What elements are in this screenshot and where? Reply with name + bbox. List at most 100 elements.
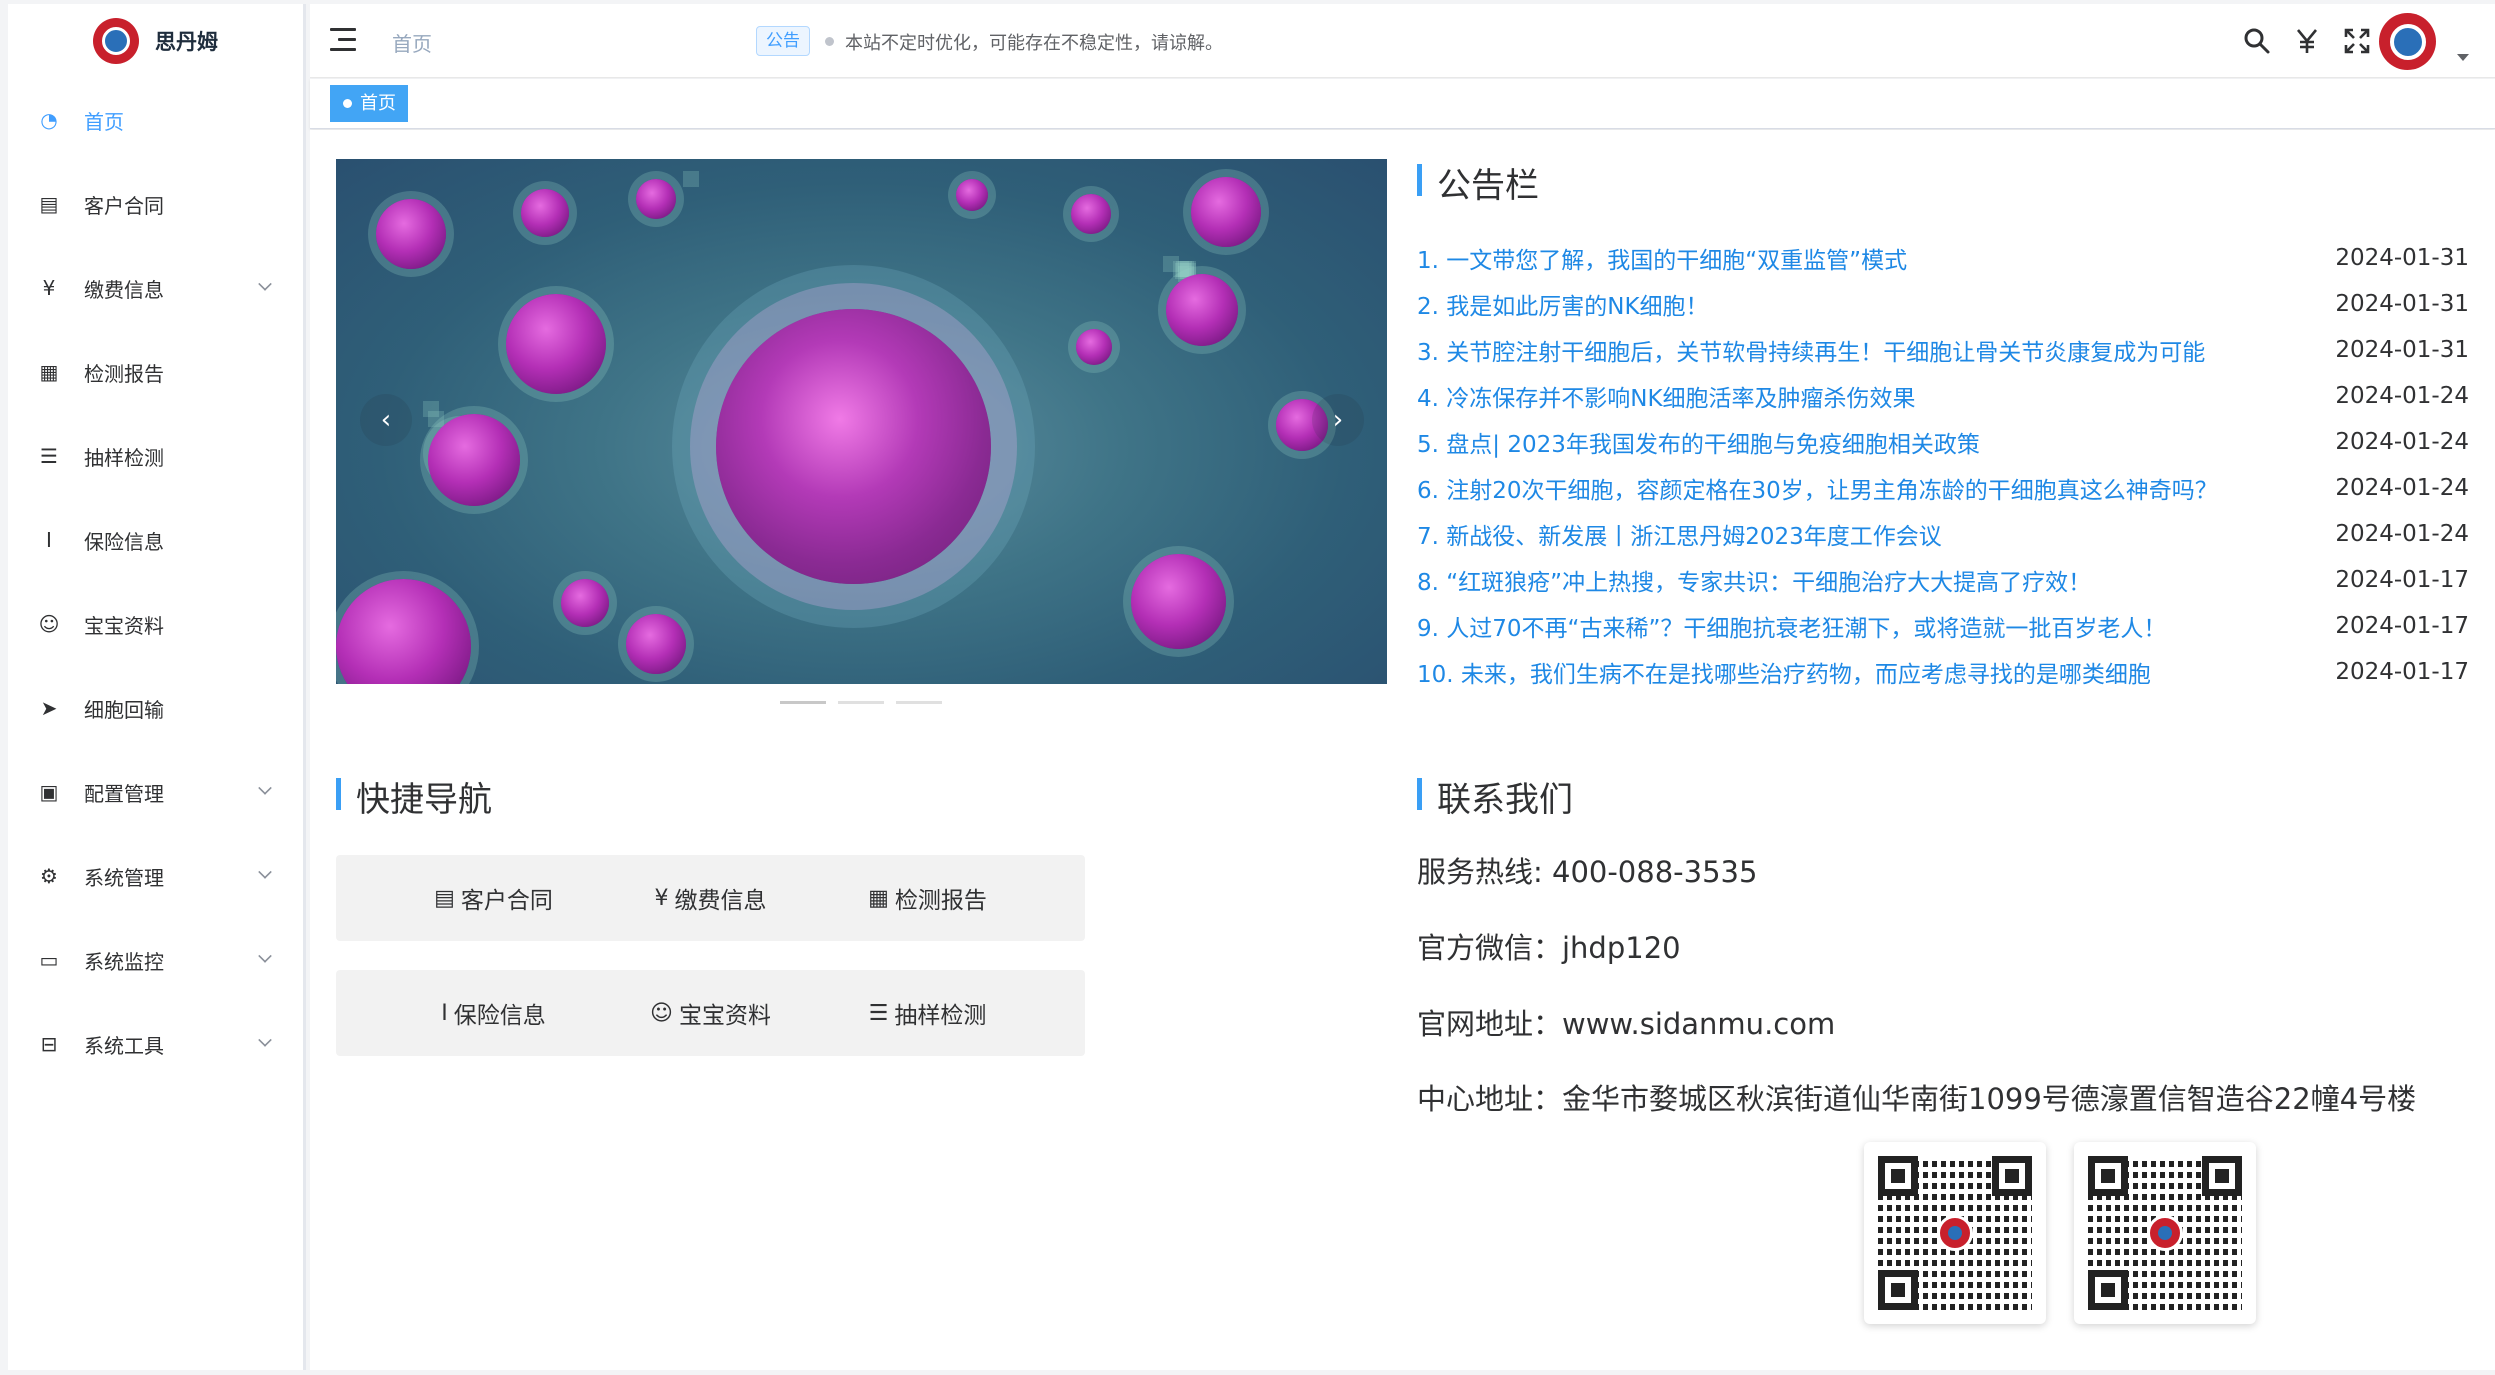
cell-image [1191, 177, 1261, 247]
chevron-down-icon [258, 1033, 272, 1047]
contact-hotline: 服务热线: 400-088-3535 [1417, 855, 1758, 889]
sidebar-item[interactable]: ¥ 缴费信息 [8, 246, 303, 330]
hamburger-icon[interactable] [330, 28, 358, 52]
sidebar-item[interactable]: ◔ 首页 [8, 78, 303, 162]
cell-image [1131, 554, 1226, 649]
fullscreen-icon[interactable] [2340, 24, 2374, 58]
announcement-date: 2024-01-17 [2335, 613, 2469, 639]
report-icon: ▦ [868, 885, 889, 911]
sidebar-item[interactable]: I 保险信息 [8, 498, 303, 582]
announcement-row: 3. 关节腔注射干细胞后，关节软骨持续再生！干细胞让骨关节炎康复成为可能 2024… [1417, 327, 2469, 373]
sidebar-item-label: 检测报告 [84, 361, 164, 386]
contact-wechat: 官方微信：jhdp120 [1417, 931, 1681, 965]
sidebar-item[interactable]: ⊟ 系统工具 [8, 1002, 303, 1086]
announcement-date: 2024-01-24 [2335, 521, 2469, 547]
cell-image [716, 309, 991, 584]
qr-code-image [1864, 1142, 2046, 1324]
announcement-link[interactable]: 8. “红斑狼疮”冲上热搜，专家共识：干细胞治疗大大提高了疗效！ [1417, 563, 2091, 597]
sidebar-item[interactable]: ▤ 客户合同 [8, 162, 303, 246]
announcement-date: 2024-01-31 [2335, 337, 2469, 363]
sidebar-item[interactable]: ☺ 宝宝资料 [8, 582, 303, 666]
baby-icon: ☺ [650, 1000, 673, 1026]
logo-icon [93, 18, 139, 64]
announcement-date: 2024-01-24 [2335, 475, 2469, 501]
announcement-link[interactable]: 7. 新战役、新发展丨浙江思丹姆2023年度工作会议 [1417, 517, 1942, 551]
announcement-row: 2. 我是如此厉害的NK细胞！ 2024-01-31 [1417, 281, 2469, 327]
quicknav-label: 抽样检测 [894, 1003, 987, 1029]
sidebar-item-label: 配置管理 [84, 781, 164, 806]
tag-home[interactable]: 首页 [330, 85, 408, 122]
sidebar-item-label: 缴费信息 [84, 277, 164, 302]
notice-text: 本站不定时优化，可能存在不稳定性，请谅解。 [845, 33, 1223, 54]
baby-icon: ☺ [38, 612, 60, 636]
announcement-link[interactable]: 3. 关节腔注射干细胞后，关节软骨持续再生！干细胞让骨关节炎康复成为可能 [1417, 333, 2205, 367]
carousel-indicator[interactable] [780, 701, 826, 704]
sidebar-item[interactable]: ⚙ 系统管理 [8, 834, 303, 918]
announcement-link[interactable]: 5. 盘点| 2023年我国发布的干细胞与免疫细胞相关政策 [1417, 425, 1980, 459]
announcement-link[interactable]: 6. 注射20次干细胞，容颜定格在30岁，让男主角冻龄的干细胞真这么神奇吗？ [1417, 471, 2218, 505]
sidebar-item[interactable]: ▭ 系统监控 [8, 918, 303, 1002]
sidebar-item[interactable]: ☰ 抽样检测 [8, 414, 303, 498]
caret-down-icon[interactable] [2457, 54, 2469, 61]
announcement-link[interactable]: 4. 冷冻保存并不影响NK细胞活率及肿瘤杀伤效果 [1417, 379, 1916, 413]
sidebar-item[interactable]: ▦ 检测报告 [8, 330, 303, 414]
cell-image [506, 294, 606, 394]
announcement-row: 8. “红斑狼疮”冲上热搜，专家共识：干细胞治疗大大提高了疗效！ 2024-01-… [1417, 557, 2469, 603]
carousel-indicator[interactable] [896, 701, 942, 704]
sidebar-menu: ◔ 首页 ▤ 客户合同 ¥ 缴费信息 ▦ 检测报告 ☰ 抽样检测 I 保险信息 ☺ 宝宝资料 ➤ 细胞回输 ▣ 配… [8, 78, 303, 1086]
announcement-link[interactable]: 10. 未来，我们生病不在是找哪些治疗药物，而应考虑寻找的是哪类细胞 [1417, 655, 2151, 689]
send-icon: ➤ [40, 696, 58, 720]
cell-image [636, 179, 676, 219]
cell-image [626, 614, 686, 674]
cell-image [521, 189, 569, 237]
carousel-next-button[interactable]: › [1312, 394, 1364, 446]
avatar[interactable] [2379, 13, 2436, 70]
announcement-link[interactable]: 9. 人过70不再“古来稀”？干细胞抗衰老狂潮下，或将造就一批百岁老人！ [1417, 609, 2166, 643]
yen-icon[interactable] [2290, 24, 2324, 58]
app-title: 思丹姆 [155, 30, 218, 54]
sidebar-item-label: 细胞回输 [84, 697, 164, 722]
sidebar-item[interactable]: ➤ 细胞回输 [8, 666, 303, 750]
navbar: 首页 公告 本站不定时优化，可能存在不稳定性，请谅解。 [310, 4, 2495, 78]
quicknav-button[interactable]: ☰ 抽样检测 [770, 970, 1085, 1056]
announcement-list: 1. 一文带您了解，我国的干细胞“双重监管”模式 2024-01-31 2. 我是如… [1417, 235, 2469, 695]
announcement-link[interactable]: 2. 我是如此厉害的NK细胞！ [1417, 287, 1709, 321]
notice-dot [825, 37, 834, 46]
tool-icon: ⊟ [40, 1032, 58, 1056]
sidebar-item-label: 首页 [84, 109, 124, 134]
sidebar-item[interactable]: ▣ 配置管理 [8, 750, 303, 834]
announcement-row: 4. 冷冻保存并不影响NK细胞活率及肿瘤杀伤效果 2024-01-24 [1417, 373, 2469, 419]
contact-website: 官网地址：www.sidanmu.com [1417, 1007, 1836, 1041]
announcement-row: 6. 注射20次干细胞，容颜定格在30岁，让男主角冻龄的干细胞真这么神奇吗？ 20… [1417, 465, 2469, 511]
cell-image [1071, 194, 1111, 234]
logo[interactable]: 思丹姆 [8, 4, 303, 78]
breadcrumb[interactable]: 首页 [392, 28, 432, 57]
announcement-date: 2024-01-31 [2335, 291, 2469, 317]
contract-icon: ▤ [39, 192, 59, 216]
search-icon[interactable] [2240, 24, 2274, 58]
announcement-date: 2024-01-31 [2335, 245, 2469, 271]
carousel-indicators [780, 701, 942, 704]
quicknav-label: 客户合同 [460, 888, 553, 914]
contract-icon: ▤ [434, 885, 455, 911]
yen-icon: ¥ [42, 276, 56, 300]
sidebar-item-label: 保险信息 [84, 529, 164, 554]
sidebar: 思丹姆 ◔ 首页 ▤ 客户合同 ¥ 缴费信息 ▦ 检测报告 ☰ 抽样检测 I 保险信息 ☺ 宝宝资料 ➤ 细胞… [8, 4, 306, 1370]
announcement-row: 5. 盘点| 2023年我国发布的干细胞与免疫细胞相关政策 2024-01-24 [1417, 419, 2469, 465]
carousel-prev-button[interactable]: ‹ [360, 394, 412, 446]
announcement-link[interactable]: 1. 一文带您了解，我国的干细胞“双重监管”模式 [1417, 241, 1907, 275]
announcement-row: 1. 一文带您了解，我国的干细胞“双重监管”模式 2024-01-31 [1417, 235, 2469, 281]
quicknav-label: 宝宝资料 [678, 1003, 771, 1029]
sidebar-item-label: 系统管理 [84, 865, 164, 890]
monitor-icon: ▭ [39, 948, 59, 972]
announcement-row: 9. 人过70不再“古来稀”？干细胞抗衰老狂潮下，或将造就一批百岁老人！ 2024… [1417, 603, 2469, 649]
cell-image [956, 179, 988, 211]
cell-image [1076, 329, 1112, 365]
carousel-indicator[interactable] [838, 701, 884, 704]
tags-view: 首页 [310, 79, 2495, 129]
chevron-down-icon [258, 781, 272, 795]
notice-badge: 公告 [756, 26, 810, 56]
cell-image [428, 414, 520, 506]
quicknav-button[interactable]: ▦ 检测报告 [770, 855, 1085, 941]
contact-address: 中心地址：金华市婺城区秋滨街道仙华南街1099号德濠置信智造谷22幢4号楼 [1417, 1082, 2417, 1116]
